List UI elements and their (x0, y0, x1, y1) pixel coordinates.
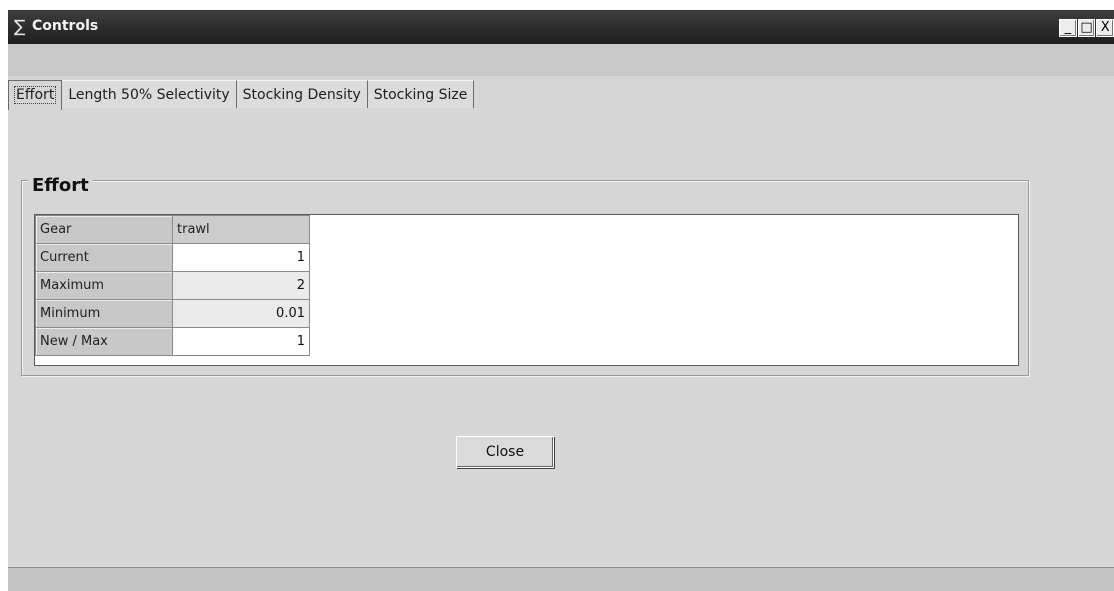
tab-stocking-size[interactable]: Stocking Size (367, 80, 475, 108)
effort-panel: Effort Gear trawl Current 1 Maximum 2 Mi… (8, 110, 1114, 565)
status-bar (8, 567, 1114, 591)
tab-stocking-density[interactable]: Stocking Density (236, 80, 368, 108)
table-row: Current 1 (35, 243, 310, 272)
tab-label: Effort (13, 86, 57, 104)
table-row: Minimum 0.01 (35, 299, 310, 328)
window-controls: _ □ X (1058, 19, 1114, 37)
tab-effort[interactable]: Effort (8, 80, 63, 110)
sigma-icon: ∑ (14, 17, 26, 37)
toolbar-strip (8, 44, 1114, 76)
maximum-value-cell: 2 (172, 271, 310, 300)
minimize-button[interactable]: _ (1059, 19, 1077, 37)
tab-label: Stocking Size (373, 87, 468, 103)
row-header-minimum: Minimum (35, 299, 173, 328)
current-value-cell[interactable]: 1 (172, 243, 310, 272)
tab-bar: Effort Length 50% Selectivity Stocking D… (8, 80, 475, 110)
tab-label: Length 50% Selectivity (68, 87, 230, 103)
gear-value: trawl (172, 215, 310, 244)
window-title: Controls (32, 18, 99, 34)
close-window-button[interactable]: X (1096, 19, 1114, 37)
new-max-value-cell[interactable]: 1 (172, 327, 310, 356)
effort-table: Gear trawl Current 1 Maximum 2 Minimum 0… (34, 214, 1019, 366)
title-bar[interactable]: ∑ Controls _ □ X (8, 10, 1114, 44)
maximize-button[interactable]: □ (1077, 19, 1096, 37)
group-title: Effort (28, 174, 93, 198)
row-header-current: Current (35, 243, 173, 272)
table-row: Maximum 2 (35, 271, 310, 300)
tab-length-50-selectivity[interactable]: Length 50% Selectivity (62, 80, 237, 108)
minimum-value-cell: 0.01 (172, 299, 310, 328)
table-row: New / Max 1 (35, 327, 310, 356)
row-header-maximum: Maximum (35, 271, 173, 300)
tab-label: Stocking Density (242, 87, 361, 103)
close-button[interactable]: Close (456, 436, 554, 468)
effort-grid: Gear trawl Current 1 Maximum 2 Minimum 0… (35, 215, 310, 356)
controls-window: ∑ Controls _ □ X Effort Length 50% Selec… (8, 10, 1114, 591)
table-row-header: Gear trawl (35, 215, 310, 244)
row-header-gear: Gear (35, 215, 173, 244)
row-header-new-max: New / Max (35, 327, 173, 356)
